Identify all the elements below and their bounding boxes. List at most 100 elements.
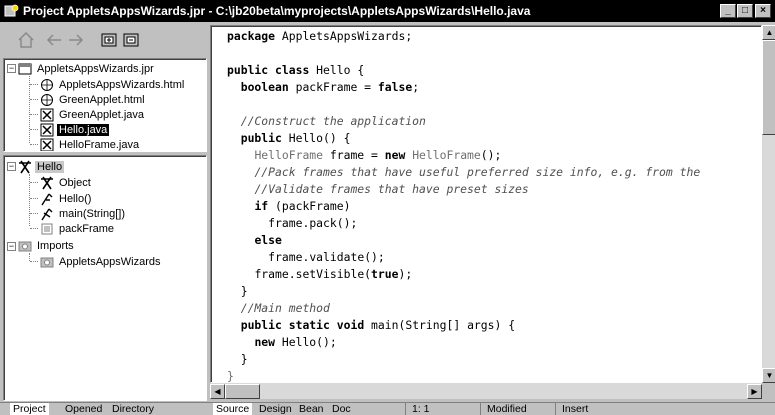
member-node[interactable]: Hello() <box>40 191 93 206</box>
vertical-scrollbar[interactable]: ▲ ▼ <box>762 25 775 383</box>
code-area[interactable]: package AppletsAppsWizards; public class … <box>210 25 762 383</box>
imports-node[interactable]: Imports <box>18 238 76 253</box>
class-root-label: Hello <box>35 160 65 173</box>
jbuilder-app-icon[interactable] <box>4 3 20 19</box>
project-file-node[interactable]: AppletsAppsWizards.html <box>40 77 186 92</box>
project-file-label: AppletsAppsWizards.html <box>59 78 185 91</box>
minimize-button[interactable]: _ <box>720 4 736 18</box>
project-file-label: GreenApplet.html <box>59 93 145 106</box>
code-line: } <box>227 352 248 366</box>
class-icon <box>19 160 31 173</box>
scroll-right-button[interactable]: ▶ <box>747 384 762 399</box>
project-file-node[interactable]: GreenApplet.html <box>40 92 147 107</box>
java-frame-icon <box>40 138 54 151</box>
code-line: //Validate frames that have preset sizes <box>254 182 529 196</box>
java-applet-icon <box>40 108 54 121</box>
maximize-icon: □ <box>741 5 749 16</box>
code-line: frame.validate(); <box>268 250 385 264</box>
horizontal-scrollbar[interactable]: ◀ ▶ <box>210 383 762 399</box>
html-file-icon <box>41 78 53 91</box>
close-button[interactable]: × <box>755 4 771 18</box>
import-item-label: AppletsAppsWizards <box>59 255 161 268</box>
code-line: //Construct the application <box>240 114 426 128</box>
import-item-node[interactable]: AppletsAppsWizards <box>40 254 163 269</box>
vertical-scroll-thumb[interactable] <box>762 40 775 135</box>
code-line: } <box>227 369 234 383</box>
code-line: public class Hello { <box>227 63 365 77</box>
java-class-icon <box>40 123 54 136</box>
scroll-left-button[interactable]: ◀ <box>210 384 225 399</box>
code-line: public static void main(String[] args) { <box>240 318 516 332</box>
imports-folder-icon <box>18 241 32 251</box>
project-file-label: HelloFrame.java <box>59 138 140 151</box>
class-root-node[interactable]: Hello <box>18 159 65 174</box>
cursor-position: 1: 1 <box>405 403 480 415</box>
code-line: public Hello() { <box>240 131 351 145</box>
back-arrow-icon[interactable] <box>45 30 63 50</box>
code-line: } <box>227 284 248 298</box>
member-label: Object <box>59 176 91 189</box>
member-label: Hello() <box>59 192 92 205</box>
package-icon <box>40 257 54 267</box>
member-node[interactable]: packFrame <box>40 221 116 236</box>
project-file-node[interactable]: GreenApplet.java <box>40 107 146 122</box>
project-file-node-selected[interactable]: Hello.java <box>40 122 110 137</box>
tab-project[interactable]: Project <box>10 403 49 415</box>
horizontal-scroll-thumb[interactable] <box>225 384 260 399</box>
tab-doc[interactable]: Doc <box>329 403 354 415</box>
remove-from-project-icon[interactable] <box>122 30 140 50</box>
html-file-icon <box>41 93 53 106</box>
code-line: package AppletsAppsWizards; <box>227 29 413 43</box>
tab-directory[interactable]: Directory <box>109 403 157 415</box>
imports-collapse-toggle[interactable]: − <box>7 242 16 251</box>
member-node[interactable]: Object <box>40 175 93 190</box>
project-tree[interactable]: − AppletsAppsWizards.jpr AppletsAppsWiza… <box>3 58 207 152</box>
close-icon: × <box>760 5 766 16</box>
project-root-label: AppletsAppsWizards.jpr <box>37 62 154 75</box>
code-line: if (packFrame) <box>254 199 351 213</box>
project-collapse-toggle[interactable]: − <box>7 64 16 73</box>
code-line: frame.pack(); <box>268 216 358 230</box>
left-panel: − AppletsAppsWizards.jpr AppletsAppsWiza… <box>0 22 208 402</box>
window-controls: _ □ × <box>719 4 771 18</box>
project-icon <box>18 63 32 74</box>
member-label: packFrame <box>59 222 115 235</box>
tab-design[interactable]: Design <box>256 403 295 415</box>
structure-tree[interactable]: − Hello Object Hello() main(String[]) pa… <box>3 155 207 401</box>
code-line: boolean packFrame = false; <box>240 80 420 94</box>
project-file-label: Hello.java <box>57 123 110 136</box>
forward-arrow-icon[interactable] <box>67 30 85 50</box>
tab-opened[interactable]: Opened <box>62 403 105 415</box>
maximize-button[interactable]: □ <box>737 4 753 18</box>
code-line: //Main method <box>240 301 330 315</box>
scroll-up-button[interactable]: ▲ <box>762 25 775 40</box>
code-line: new Hello(); <box>254 335 337 349</box>
project-file-label: GreenApplet.java <box>59 108 144 121</box>
project-file-node[interactable]: HelloFrame.java <box>40 137 141 151</box>
insert-mode-status: Insert <box>555 403 775 415</box>
modified-status: Modified <box>480 403 555 415</box>
class-collapse-toggle[interactable]: − <box>7 162 16 171</box>
method-icon <box>41 208 53 220</box>
title-bar: Project AppletsAppsWizards.jpr - C:\jb20… <box>0 0 775 22</box>
home-icon[interactable] <box>16 30 36 50</box>
project-root-node[interactable]: AppletsAppsWizards.jpr <box>18 61 156 76</box>
member-node[interactable]: main(String[]) <box>40 206 127 221</box>
minimize-icon: _ <box>725 5 731 16</box>
source-editor: package AppletsAppsWizards; public class … <box>208 22 775 402</box>
constructor-icon <box>41 193 53 205</box>
class-icon <box>41 176 53 189</box>
add-to-project-icon[interactable] <box>100 30 118 50</box>
code-line: HelloFrame frame = new HelloFrame(); <box>254 148 502 162</box>
bottom-bar: Project Opened Directory Source Design B… <box>0 402 775 415</box>
code-line: frame.setVisible(true); <box>254 267 413 281</box>
scroll-down-button[interactable]: ▼ <box>762 368 775 383</box>
code-line: //Pack frames that have useful preferred… <box>254 165 701 179</box>
tab-source[interactable]: Source <box>213 403 253 415</box>
member-label: main(String[]) <box>59 207 126 220</box>
window-title: Project AppletsAppsWizards.jpr - C:\jb20… <box>23 4 531 18</box>
imports-label: Imports <box>37 239 74 252</box>
tab-bean[interactable]: Bean <box>296 403 327 415</box>
code-line: else <box>254 233 282 247</box>
field-icon <box>41 223 53 234</box>
